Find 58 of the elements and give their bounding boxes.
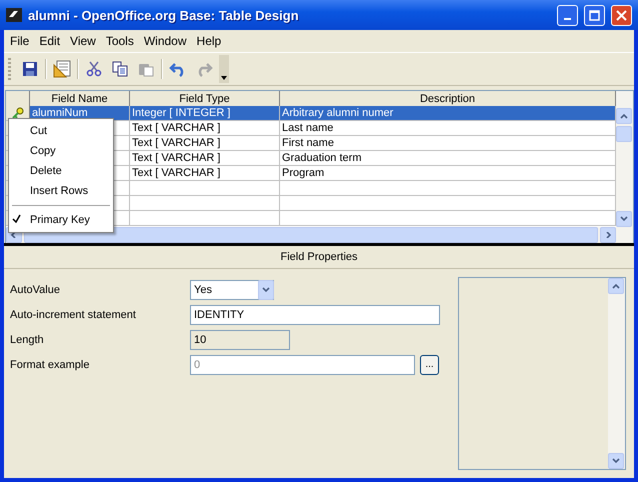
table-cell: Last name	[280, 121, 616, 136]
table-cell: Arbitrary alumni numer	[280, 106, 616, 121]
chevron-left-icon	[10, 232, 18, 238]
window-title: alumni - OpenOffice.org Base: Table Design	[28, 8, 300, 22]
scroll-up-button[interactable]	[616, 108, 632, 124]
chevron-up-icon	[612, 283, 620, 289]
table-cell: Text [ VARCHAR ]	[130, 136, 280, 151]
context-menu-item[interactable]: Primary Key	[9, 210, 113, 230]
vertical-scrollbar[interactable]	[616, 91, 633, 227]
scroll-thumb[interactable]	[616, 126, 632, 142]
toolbar-more-button[interactable]	[219, 55, 229, 83]
vertical-scrollbar[interactable]	[608, 278, 625, 469]
context-menu-item[interactable]: Cut	[9, 121, 113, 141]
minimize-icon	[564, 18, 571, 20]
ruler-table-icon[interactable]	[51, 58, 73, 80]
maximize-button[interactable]	[584, 4, 605, 26]
minimize-button[interactable]	[557, 4, 578, 26]
field-label: Auto-increment statement	[10, 308, 137, 320]
caret-icon	[221, 76, 227, 80]
menu-item[interactable]: File	[6, 34, 36, 48]
checkmark-icon	[12, 214, 21, 223]
app-icon	[6, 7, 22, 23]
dropdown-button[interactable]	[258, 280, 274, 300]
table-cell: Graduation term	[280, 151, 616, 166]
field-label: Length	[10, 334, 45, 346]
context-menu-item[interactable]: Copy	[9, 141, 113, 161]
input-field[interactable]: IDENTITY	[190, 304, 440, 324]
chevron-down-icon	[262, 286, 270, 292]
menu-item[interactable]: Tools	[102, 34, 140, 48]
chevron-down-icon	[620, 216, 628, 222]
scroll-down-button[interactable]	[616, 211, 632, 227]
table-cell: First name	[280, 136, 616, 151]
maximize-icon	[589, 10, 600, 20]
table-cell: Integer [ INTEGER ]	[130, 106, 280, 121]
table-cell: Text [ VARCHAR ]	[130, 166, 280, 181]
table-cell: Program	[280, 166, 616, 181]
context-menu-item[interactable]: Delete	[9, 161, 113, 181]
scroll-down-button[interactable]	[608, 453, 624, 469]
input-field: 10	[190, 330, 290, 350]
context-menu-item[interactable]: Insert Rows	[9, 181, 113, 201]
chevron-right-icon	[604, 232, 612, 238]
menu-item[interactable]: View	[66, 34, 102, 48]
table-cell: Text [ VARCHAR ]	[130, 151, 280, 166]
chevron-up-icon	[620, 113, 628, 119]
menu-item[interactable]: Edit	[35, 34, 66, 48]
key-icon	[12, 107, 24, 119]
scroll-up-button[interactable]	[608, 278, 624, 294]
scroll-right-button[interactable]	[600, 227, 616, 243]
close-icon	[616, 10, 627, 20]
chevron-down-icon	[612, 458, 620, 464]
menu-item[interactable]: Help	[192, 34, 228, 48]
menu-item[interactable]: Window	[140, 34, 193, 48]
input-field: 0	[190, 354, 415, 374]
field-label: AutoValue	[10, 284, 61, 296]
panel-title: Field Properties	[4, 246, 634, 269]
close-button[interactable]	[611, 4, 632, 26]
field-label: Format example	[10, 358, 90, 370]
table-cell: Text [ VARCHAR ]	[130, 121, 280, 136]
